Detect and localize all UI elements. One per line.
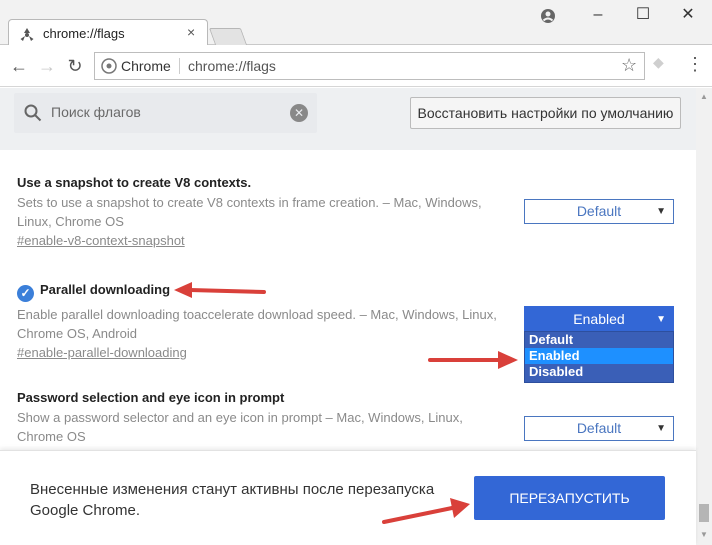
restart-message: Внесенные изменения станут активны после…	[30, 481, 435, 519]
url-text[interactable]: chrome://flags	[188, 58, 276, 74]
extension-icon[interactable]: ◆	[653, 54, 664, 71]
flags-header: Поиск флагов ✕ Восстановить настройки по…	[0, 88, 712, 150]
title-bar: chrome://flags × – ☐ ✕	[0, 0, 712, 46]
flag-select[interactable]: Default ▼	[524, 199, 674, 224]
flag-title: Use a snapshot to create V8 contexts.	[17, 175, 252, 190]
close-button[interactable]: ✕	[668, 3, 708, 29]
flag-description: Enable parallel downloading toaccelerate…	[17, 307, 497, 341]
flag-title: Parallel downloading	[40, 282, 171, 297]
select-dropdown: Default Enabled Disabled	[524, 331, 674, 383]
dropdown-option-highlighted[interactable]: Enabled	[525, 348, 673, 364]
chevron-down-icon: ▼	[656, 314, 666, 325]
dropdown-option[interactable]: Disabled	[525, 364, 673, 380]
address-bar[interactable]: Chrome chrome://flags ☆	[94, 52, 645, 80]
menu-icon[interactable]: ⋮	[686, 55, 704, 73]
flag-item: Use a snapshot to create V8 contexts. Se…	[17, 175, 497, 250]
omnibox-chip: Chrome	[121, 58, 171, 74]
flags-icon	[19, 27, 35, 43]
clear-search-icon[interactable]: ✕	[290, 104, 308, 122]
tab-close-icon[interactable]: ×	[187, 24, 195, 40]
new-tab-button[interactable]	[208, 28, 248, 45]
chevron-down-icon: ▼	[656, 206, 666, 217]
omnibox-divider	[179, 58, 180, 74]
chrome-icon	[101, 58, 117, 74]
flag-select[interactable]: Default ▼	[524, 416, 674, 441]
tab-title: chrome://flags	[43, 26, 125, 41]
bookmark-star-icon[interactable]: ☆	[621, 55, 637, 76]
search-placeholder: Поиск флагов	[51, 104, 141, 120]
flag-title-row: ✓ Parallel downloading	[17, 282, 497, 302]
minimize-button[interactable]: –	[578, 3, 618, 29]
enabled-check-icon: ✓	[17, 285, 34, 302]
select-value: Default	[576, 203, 622, 219]
forward-icon[interactable]: →	[35, 54, 59, 78]
flag-item: ✓ Parallel downloading Enable parallel do…	[17, 282, 497, 362]
flag-select-open[interactable]: Enabled ▼	[524, 306, 674, 333]
reset-all-button[interactable]: Восстановить настройки по умолчанию	[410, 97, 681, 129]
maximize-button[interactable]: ☐	[623, 3, 663, 29]
flags-list: Use a snapshot to create V8 contexts. Se…	[0, 150, 696, 450]
scrollbar[interactable]: ▲ ▼	[696, 88, 712, 545]
restart-bar: Внесенные изменения станут активны после…	[0, 450, 696, 545]
scroll-thumb[interactable]	[699, 504, 709, 522]
scroll-down-icon[interactable]: ▼	[700, 530, 708, 539]
flag-description: Sets to use a snapshot to create V8 cont…	[17, 195, 482, 229]
flag-link[interactable]: #enable-parallel-downloading	[17, 345, 187, 360]
toolbar: ← → ↻ Chrome chrome://flags ☆ ◆ ⋮	[0, 45, 712, 87]
flag-description: Show a password selector and an eye icon…	[17, 410, 463, 444]
chevron-down-icon: ▼	[656, 423, 666, 434]
restart-button[interactable]: ПЕРЕЗАПУСТИТЬ	[474, 476, 665, 520]
dropdown-option[interactable]: Default	[525, 332, 673, 348]
select-value: Default	[576, 420, 622, 436]
tab-flags[interactable]: chrome://flags ×	[8, 19, 208, 46]
flag-link[interactable]: #enable-v8-context-snapshot	[17, 233, 185, 248]
reload-icon[interactable]: ↻	[63, 54, 87, 78]
select-value: Enabled	[573, 311, 625, 327]
search-input[interactable]: Поиск флагов ✕	[14, 93, 317, 133]
back-icon[interactable]: ←	[7, 54, 31, 78]
profile-icon[interactable]	[528, 3, 568, 29]
scroll-up-icon[interactable]: ▲	[700, 92, 708, 101]
flag-item: Password selection and eye icon in promp…	[17, 390, 497, 446]
search-icon	[24, 104, 42, 122]
flag-title: Password selection and eye icon in promp…	[17, 390, 285, 405]
